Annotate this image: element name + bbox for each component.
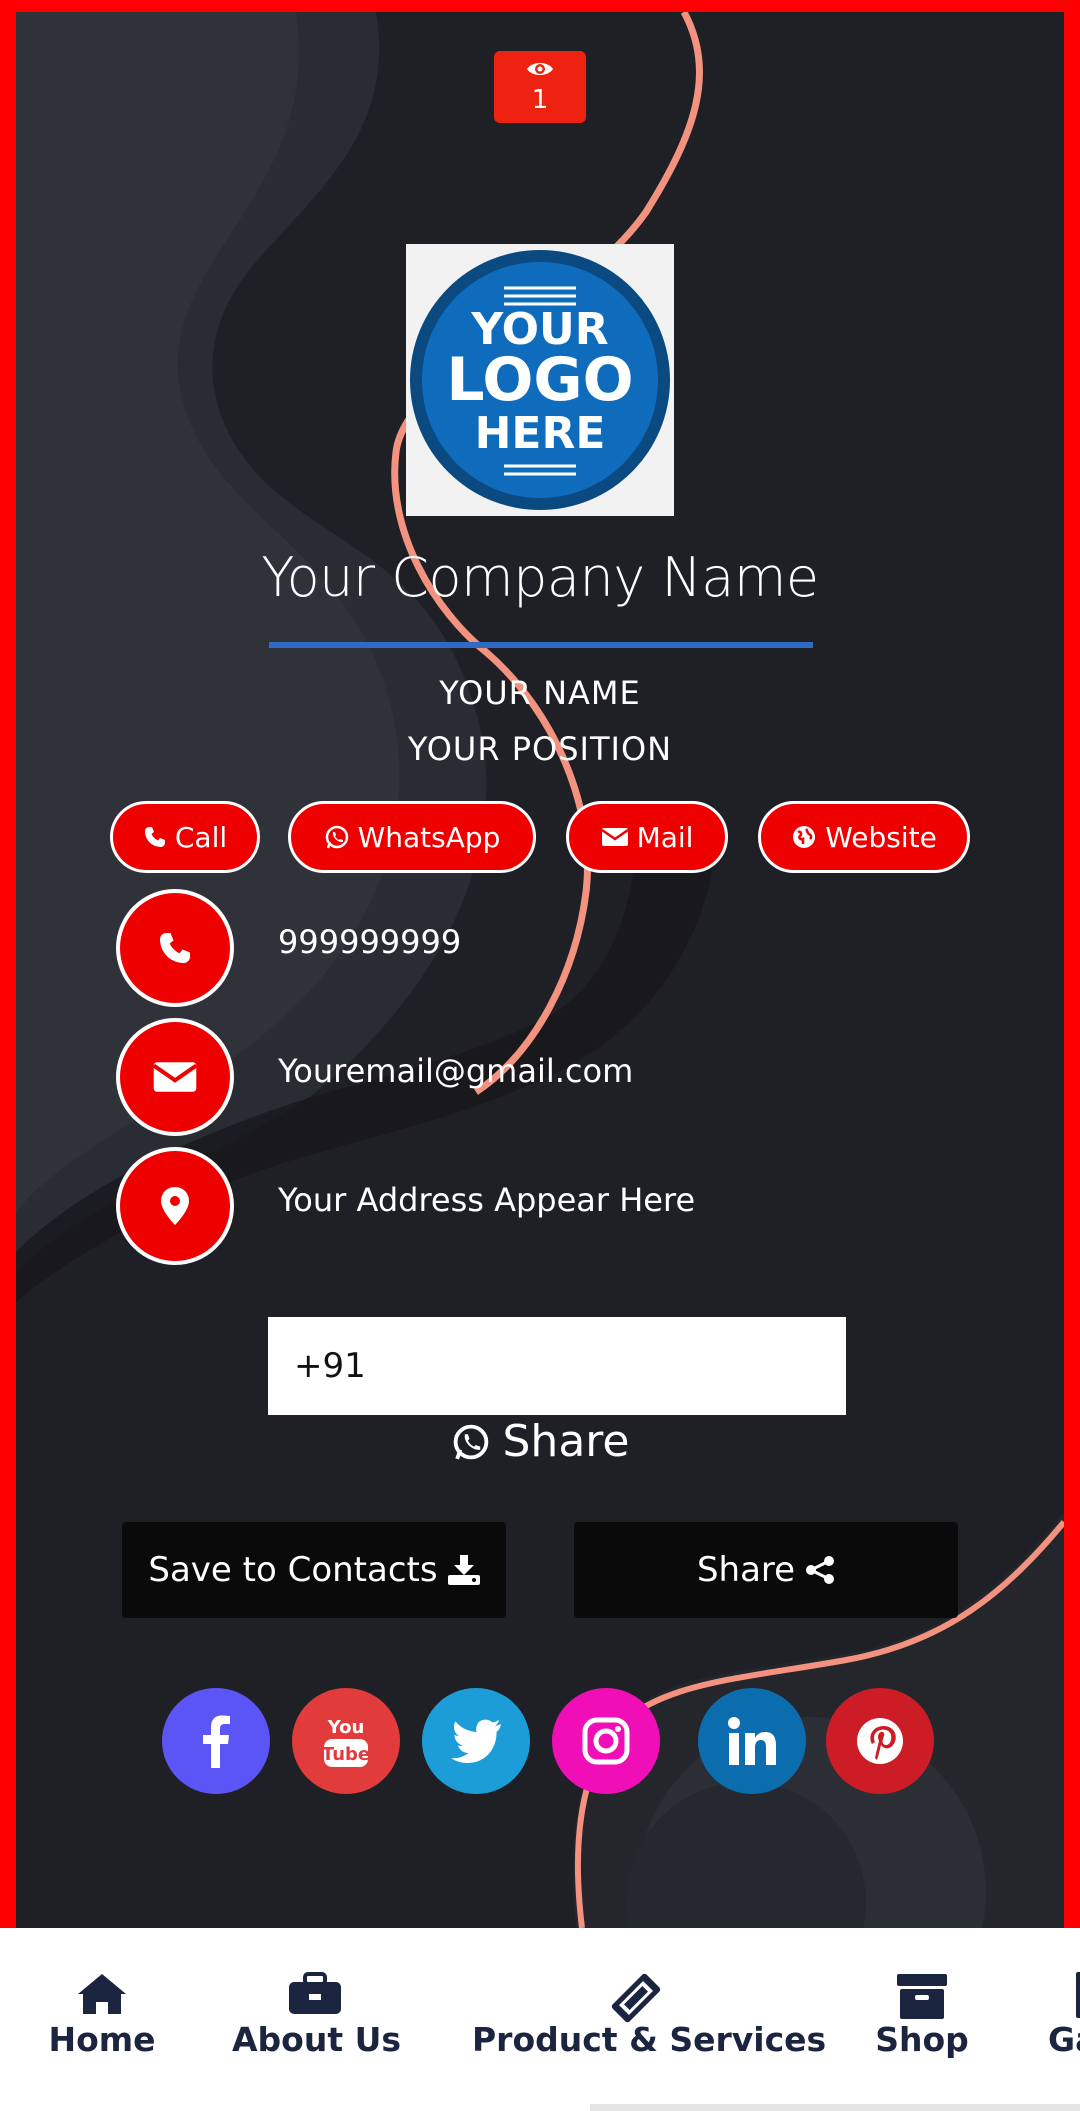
address-circle[interactable] <box>116 1147 234 1265</box>
share-phone-input[interactable] <box>268 1317 846 1415</box>
nav-label-shop: Shop <box>875 2020 969 2059</box>
pinterest-button[interactable] <box>826 1688 934 1794</box>
phone-icon <box>160 933 190 963</box>
address-text: Your Address Appear Here <box>278 1181 696 1219</box>
business-card: 1 YOUR LOGO HERE Your Company Name YOUR … <box>0 0 1080 1928</box>
call-button[interactable]: Call <box>110 801 260 873</box>
website-label: Website <box>825 820 937 854</box>
whatsapp-label: WhatsApp <box>357 820 501 854</box>
pinterest-icon <box>857 1718 903 1764</box>
whatsapp-button[interactable]: WhatsApp <box>288 801 536 873</box>
phone-icon <box>144 827 165 847</box>
nav-label-product-services: Product & Services <box>472 2020 827 2059</box>
mail-label: Mail <box>636 820 694 854</box>
linkedin-button[interactable] <box>698 1688 806 1794</box>
nav-item-about-us[interactable]: About Us <box>232 1928 402 2111</box>
whatsapp-icon <box>453 1424 488 1460</box>
nav-item-gallery[interactable]: Ga <box>1046 1928 1080 2111</box>
whatsapp-icon <box>325 825 348 849</box>
company-name: Your Company Name <box>261 546 819 609</box>
logo-line-3: HERE <box>475 408 606 459</box>
nav-item-product-services[interactable]: Product & Services <box>472 1928 827 2111</box>
whatsapp-share-button[interactable]: Share <box>16 1416 1064 1467</box>
email-address[interactable]: Youremail@gmail.com <box>278 1052 633 1090</box>
home-icon <box>78 1974 126 2014</box>
person-name: YOUR NAME <box>439 674 641 712</box>
svg-text:Tube: Tube <box>322 1744 370 1765</box>
nav-item-shop[interactable]: Shop <box>872 1928 972 2111</box>
twitter-icon <box>451 1719 501 1763</box>
website-button[interactable]: Website <box>758 801 970 873</box>
youtube-button[interactable]: You Tube <box>292 1688 400 1794</box>
facebook-icon <box>203 1715 230 1768</box>
share-button[interactable]: Share <box>574 1522 958 1618</box>
envelope-icon <box>152 1062 198 1092</box>
views-count: 1 <box>531 85 549 115</box>
globe-icon <box>793 826 816 848</box>
nav-label-home: Home <box>48 2020 156 2059</box>
phone-row[interactable]: 999999999 <box>116 889 1016 1007</box>
save-to-contacts-button[interactable]: Save to Contacts <box>122 1522 506 1618</box>
linkedin-icon <box>728 1717 776 1765</box>
whatsapp-share-label: Share <box>502 1416 630 1467</box>
person-position: YOUR POSITION <box>407 730 673 768</box>
company-logo: YOUR LOGO HERE <box>406 244 674 516</box>
instagram-icon <box>582 1717 630 1765</box>
mail-button[interactable]: Mail <box>566 801 728 873</box>
call-label: Call <box>174 820 228 854</box>
save-to-contacts-label: Save to Contacts <box>148 1550 438 1590</box>
email-circle[interactable] <box>116 1018 234 1136</box>
share-label: Share <box>696 1550 796 1590</box>
phone-number[interactable]: 999999999 <box>278 923 461 961</box>
twitter-button[interactable] <box>422 1688 530 1794</box>
briefcase-icon <box>289 1972 341 2014</box>
archive-box-icon <box>897 1974 947 2019</box>
map-pin-icon <box>161 1187 189 1225</box>
eye-icon <box>527 63 553 75</box>
nav-scrollbar[interactable] <box>590 2104 1080 2111</box>
gallery-icon <box>1076 1972 1080 2018</box>
download-icon <box>447 1555 480 1585</box>
instagram-button[interactable] <box>552 1688 660 1794</box>
views-badge: 1 <box>494 51 586 123</box>
ticket-icon <box>611 1973 661 2023</box>
company-divider <box>269 642 813 648</box>
facebook-button[interactable] <box>162 1688 270 1794</box>
logo-line-2: LOGO <box>446 345 633 415</box>
phone-circle[interactable] <box>116 889 234 1007</box>
share-nodes-icon <box>806 1556 835 1584</box>
youtube-icon: You Tube <box>322 1717 370 1767</box>
nav-label-gallery: Ga <box>1048 2020 1080 2059</box>
nav-label-about-us: About Us <box>232 2020 402 2059</box>
nav-item-home[interactable]: Home <box>40 1928 164 2111</box>
envelope-icon <box>600 828 629 846</box>
bottom-navigation: Home About Us Product & Services Shop Ga <box>0 1928 1080 2111</box>
address-row[interactable]: Your Address Appear Here <box>116 1147 1016 1265</box>
svg-text:You: You <box>327 1717 365 1738</box>
email-row[interactable]: Youremail@gmail.com <box>116 1018 1016 1136</box>
